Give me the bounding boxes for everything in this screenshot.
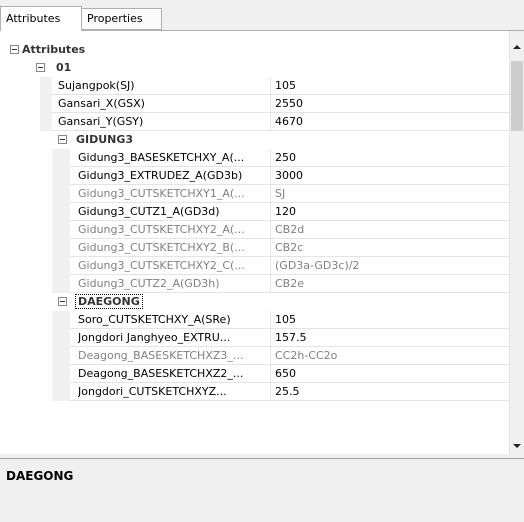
scroll-up-arrow-icon[interactable] <box>513 45 521 49</box>
category-label: Attributes <box>22 41 85 59</box>
category-label-text: Attributes <box>22 43 86 56</box>
row-gutter <box>52 149 70 167</box>
collapse-toggle-icon[interactable] <box>36 63 45 72</box>
property-name[interactable]: Gidung3_CUTZ2_A(GD3h) <box>78 275 268 293</box>
property-row[interactable]: Gidung3_CUTSKETCHXY2_A(... CB2d <box>0 221 509 239</box>
row-gutter <box>52 347 70 365</box>
property-value[interactable]: SJ <box>271 185 511 203</box>
property-grid[interactable]: Attributes 01 Sujangpok(SJ) 105 Gansari_X(GS… <box>0 31 524 454</box>
collapse-toggle-icon[interactable] <box>10 45 19 54</box>
property-row[interactable]: Gidung3_CUTSKETCHXY2_B(... CB2c <box>0 239 509 257</box>
property-name[interactable]: Gidung3_CUTSKETCHXY2_C(... <box>78 257 268 275</box>
row-gutter <box>52 257 70 275</box>
property-value[interactable]: 250 <box>271 149 511 167</box>
property-name[interactable]: Gidung3_CUTZ1_A(GD3d) <box>78 203 268 221</box>
property-name[interactable]: Gidung3_BASESKETCHXY_A(... <box>78 149 268 167</box>
property-name[interactable]: Gidung3_CUTSKETCHXY1_A(... <box>78 185 268 203</box>
property-value[interactable]: CB2c <box>271 239 511 257</box>
category-label: DAEGONG <box>75 293 143 311</box>
property-value[interactable]: 650 <box>271 365 511 383</box>
category-label: GIDUNG3 <box>76 131 133 149</box>
property-row[interactable]: Gansari_Y(GSY) 4670 <box>0 113 509 131</box>
row-gutter <box>52 167 70 185</box>
property-row[interactable]: Gidung3_CUTZ1_A(GD3d) 120 <box>0 203 509 221</box>
property-value[interactable]: 105 <box>271 311 511 329</box>
property-row[interactable]: Jongdori Janghyeo_EXTRU... 157.5 <box>0 329 509 347</box>
property-value[interactable]: (GD3a-GD3c)/2 <box>271 257 511 275</box>
property-value[interactable]: CB2d <box>271 221 511 239</box>
property-row[interactable]: Gidung3_CUTZ2_A(GD3h) CB2e <box>0 275 509 293</box>
row-gutter <box>52 221 70 239</box>
property-name[interactable]: Gansari_Y(GSY) <box>58 113 268 131</box>
category-label: 01 <box>56 59 71 77</box>
category-label-text: GIDUNG3 <box>76 133 134 146</box>
description-title: DAEGONG <box>6 469 74 483</box>
category-row[interactable]: Attributes <box>0 41 509 59</box>
row-gutter <box>52 365 70 383</box>
description-panel: DAEGONG <box>0 458 524 522</box>
property-name[interactable]: Jongdori_CUTSKETCHXYZ... <box>78 383 268 401</box>
collapse-toggle-icon[interactable] <box>58 135 67 144</box>
row-gutter <box>52 239 70 257</box>
collapse-toggle-icon[interactable] <box>58 297 67 306</box>
property-name[interactable]: Jongdori Janghyeo_EXTRU... <box>78 329 268 347</box>
tab-strip: Attributes Properties <box>0 0 524 31</box>
row-gutter <box>40 113 52 131</box>
scroll-down-arrow-icon[interactable] <box>513 444 521 448</box>
property-name[interactable]: Gansari_X(GSX) <box>58 95 268 113</box>
property-row[interactable]: Gidung3_EXTRUDEZ_A(GD3b) 3000 <box>0 167 509 185</box>
tab-attributes[interactable]: Attributes <box>0 6 82 31</box>
vertical-scrollbar[interactable] <box>509 31 524 454</box>
property-row[interactable]: Gidung3_BASESKETCHXY_A(... 250 <box>0 149 509 167</box>
property-row[interactable]: Jongdori_CUTSKETCHXYZ... 25.5 <box>0 383 509 401</box>
property-row[interactable]: Gidung3_CUTSKETCHXY1_A(... SJ <box>0 185 509 203</box>
property-name[interactable]: Deagong_BASESKETCHXZ2_... <box>78 365 268 383</box>
property-value[interactable]: 25.5 <box>271 383 511 401</box>
property-name[interactable]: Soro_CUTSKETCHXY_A(SRe) <box>78 311 268 329</box>
property-row[interactable]: Gidung3_CUTSKETCHXY2_C(... (GD3a-GD3c)/2 <box>0 257 509 275</box>
row-gutter <box>52 203 70 221</box>
property-name[interactable]: Gidung3_CUTSKETCHXY2_B(... <box>78 239 268 257</box>
row-gutter <box>52 185 70 203</box>
scroll-thumb[interactable] <box>511 61 523 131</box>
row-gutter <box>40 95 52 113</box>
property-value[interactable]: 3000 <box>271 167 511 185</box>
tab-properties[interactable]: Properties <box>82 8 162 30</box>
property-value[interactable]: 157.5 <box>271 329 511 347</box>
row-gutter <box>52 275 70 293</box>
row-gutter <box>52 311 70 329</box>
property-value[interactable]: 4670 <box>271 113 511 131</box>
property-value[interactable]: CB2e <box>271 275 511 293</box>
row-gutter <box>52 329 70 347</box>
property-row[interactable]: Deagong_BASESKETCHXZ2_... 650 <box>0 365 509 383</box>
property-value[interactable]: 105 <box>271 77 511 95</box>
row-gutter <box>52 383 70 401</box>
property-value[interactable]: CC2h-CC2o <box>271 347 511 365</box>
category-label-text: 01 <box>56 61 72 74</box>
property-name[interactable]: Deagong_BASESKETCHXZ3_... <box>78 347 268 365</box>
category-label-text: DAEGONG <box>75 294 143 309</box>
property-name[interactable]: Gidung3_EXTRUDEZ_A(GD3b) <box>78 167 268 185</box>
property-row[interactable]: Deagong_BASESKETCHXZ3_... CC2h-CC2o <box>0 347 509 365</box>
property-row[interactable]: Gansari_X(GSX) 2550 <box>0 95 509 113</box>
property-value[interactable]: 2550 <box>271 95 511 113</box>
property-name[interactable]: Gidung3_CUTSKETCHXY2_A(... <box>78 221 268 239</box>
category-row[interactable]: DAEGONG <box>0 293 509 311</box>
property-name[interactable]: Sujangpok(SJ) <box>58 77 268 95</box>
property-value[interactable]: 120 <box>271 203 511 221</box>
property-row[interactable]: Soro_CUTSKETCHXY_A(SRe) 105 <box>0 311 509 329</box>
category-row[interactable]: 01 <box>0 59 509 77</box>
row-gutter <box>40 77 52 95</box>
property-row[interactable]: Sujangpok(SJ) 105 <box>0 77 509 95</box>
category-row[interactable]: GIDUNG3 <box>0 131 509 149</box>
